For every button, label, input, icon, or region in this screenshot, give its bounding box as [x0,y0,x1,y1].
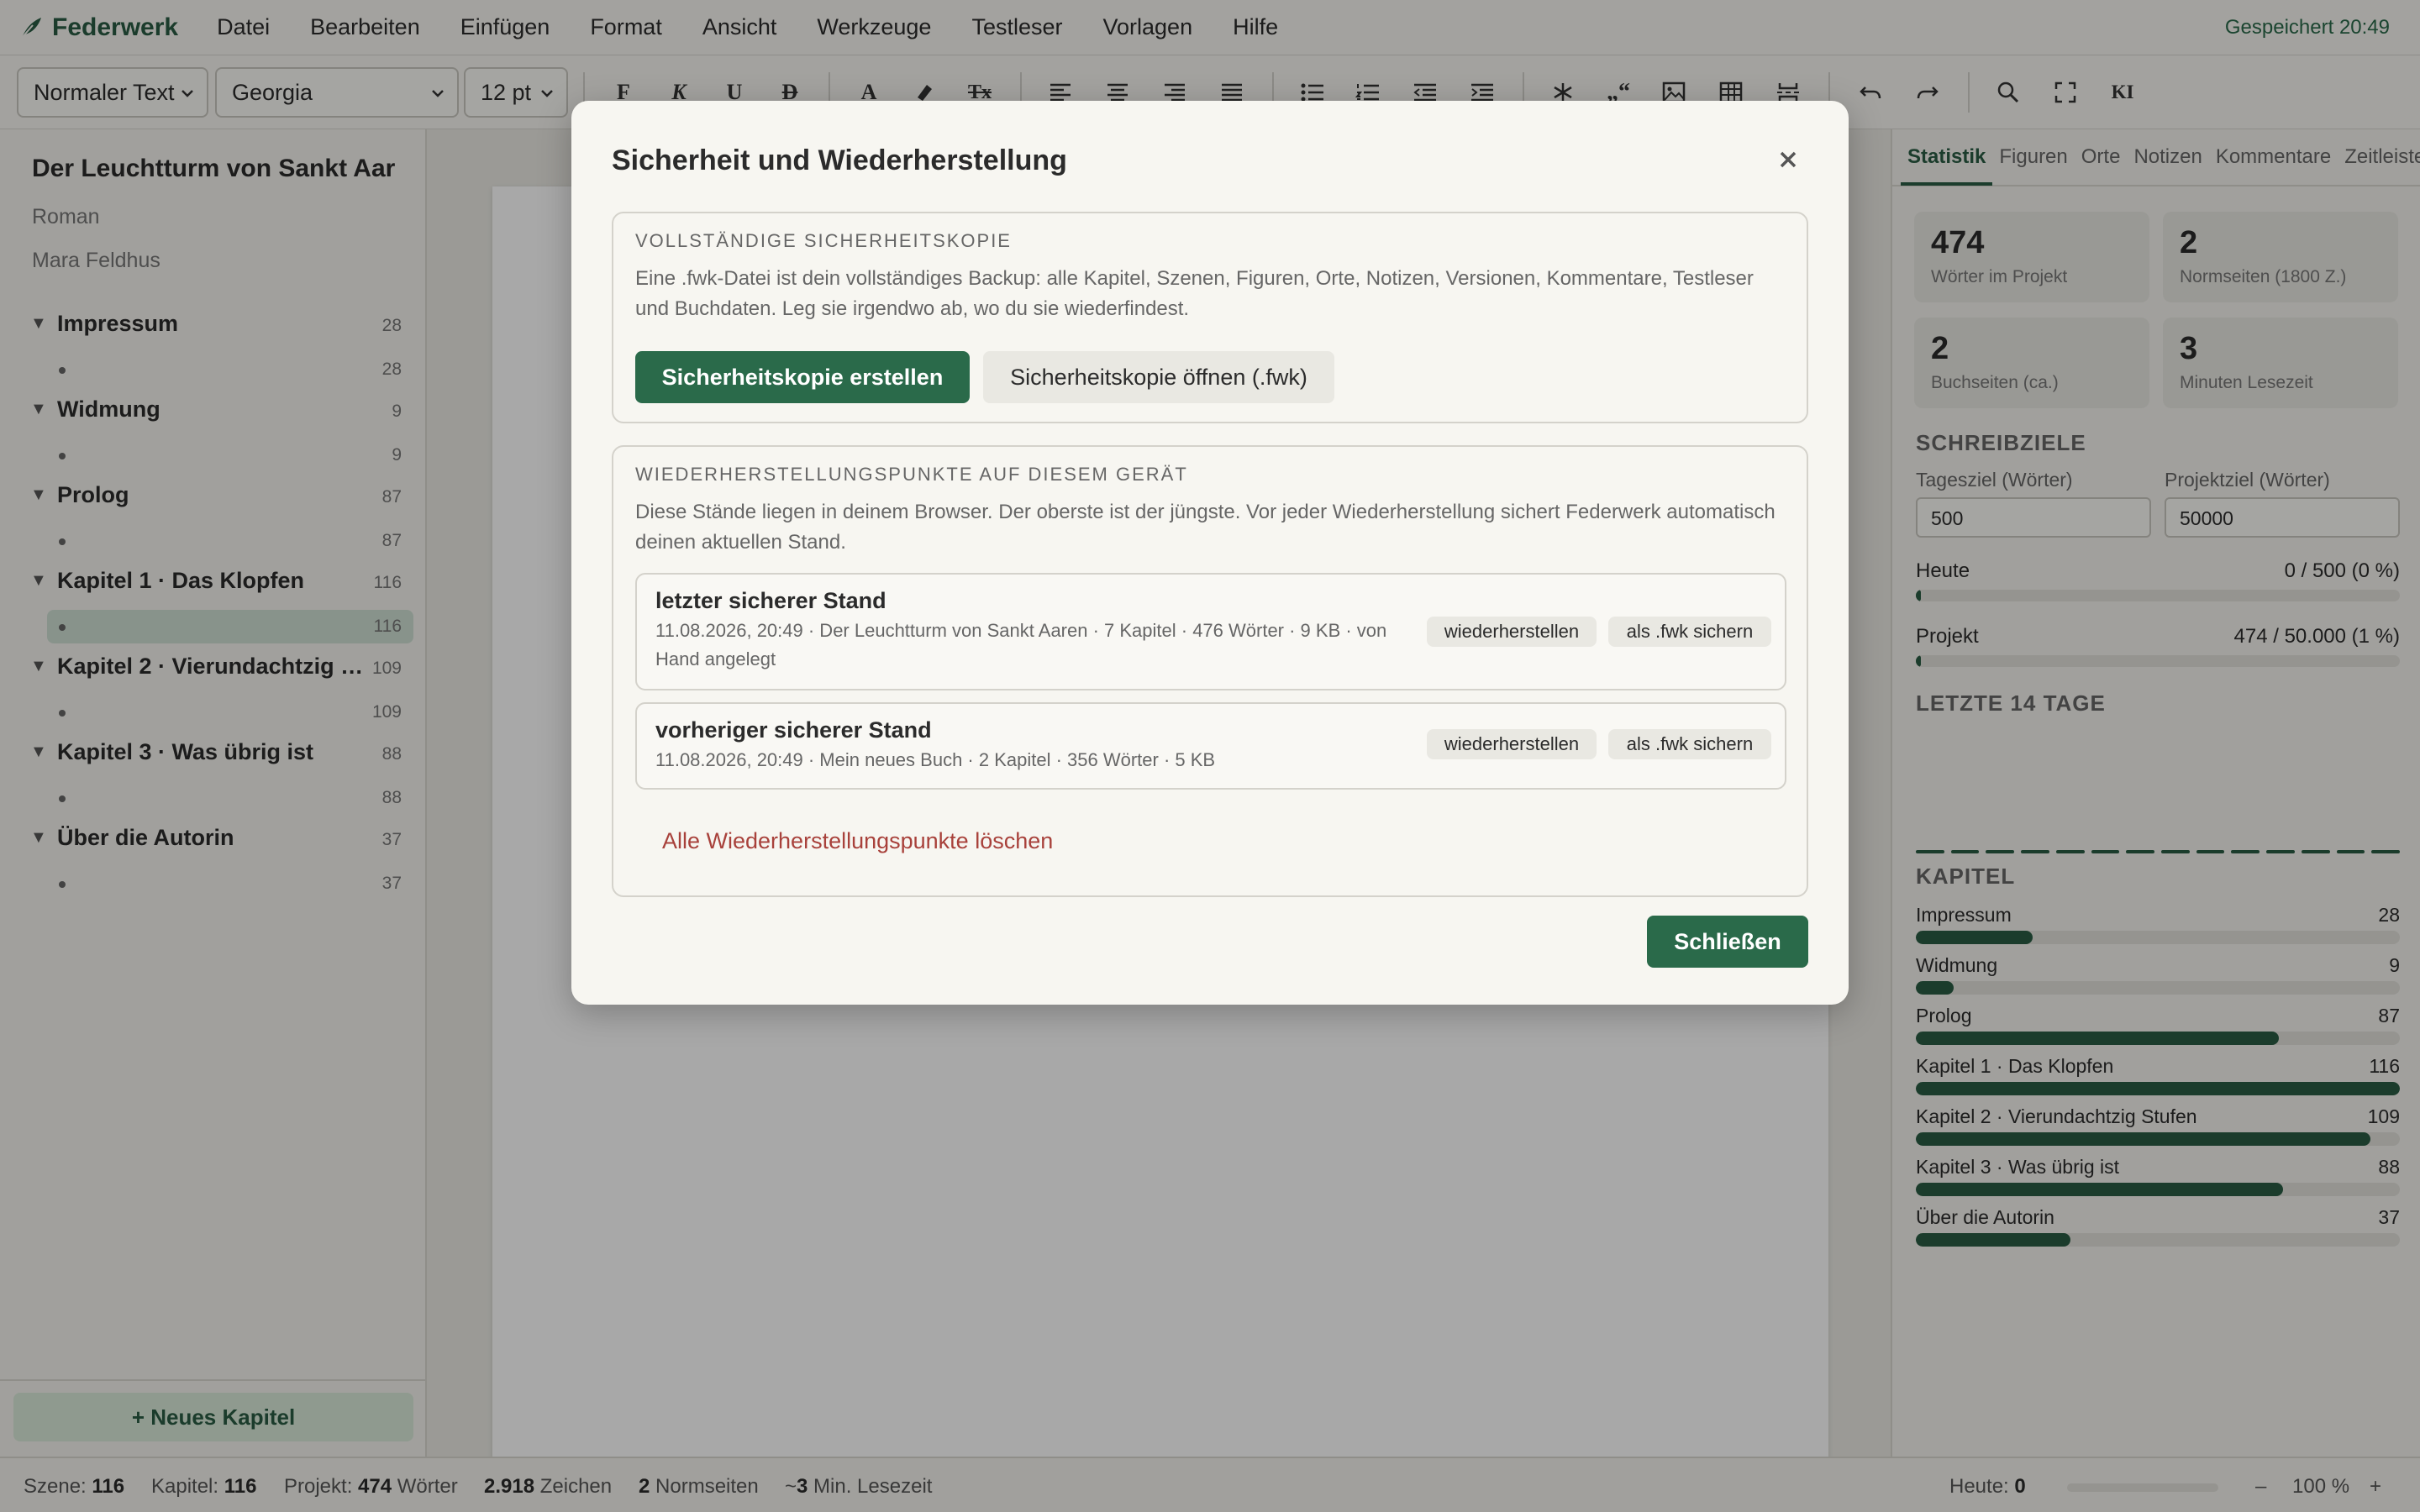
create-backup-button[interactable]: Sicherheitskopie erstellen [635,351,970,403]
full-backup-section: VOLLSTÄNDIGE SICHERHEITSKOPIE Eine .fwk-… [612,212,1808,423]
save-as-fwk-button[interactable]: als .fwk sichern [1608,729,1771,759]
restore-point-item: vorheriger sicherer Stand 11.08.2026, 20… [635,702,1786,790]
dialog-title: Sicherheit und Wiederherstellung [612,144,1067,176]
full-backup-description: Eine .fwk-Datei ist dein vollständiges B… [635,267,1754,320]
close-dialog-button[interactable]: Schließen [1647,916,1808,968]
restore-points-heading: WIEDERHERSTELLUNGSPUNKTE AUF DIESEM GERÄ… [635,464,1188,485]
full-backup-heading: VOLLSTÄNDIGE SICHERHEITSKOPIE [635,230,1012,251]
backup-restore-dialog: Sicherheit und Wiederherstellung VOLLSTÄ… [571,101,1849,1005]
restore-point-item: letzter sicherer Stand 11.08.2026, 20:49… [635,573,1786,690]
restore-points-section: WIEDERHERSTELLUNGSPUNKTE AUF DIESEM GERÄ… [612,445,1808,897]
close-icon[interactable] [1771,143,1805,176]
restore-button[interactable]: wiederherstellen [1427,617,1597,647]
restore-point-name: vorheriger sicherer Stand [655,717,932,743]
restore-button[interactable]: wiederherstellen [1427,729,1597,759]
save-as-fwk-button[interactable]: als .fwk sichern [1608,617,1771,647]
restore-point-name: letzter sicherer Stand [655,588,886,613]
restore-point-meta: 11.08.2026, 20:49 · Mein neues Buch · 2 … [655,749,1216,770]
restore-point-meta: 11.08.2026, 20:49 · Der Leuchtturm von S… [655,620,1387,669]
delete-all-restore-points-button[interactable]: Alle Wiederherstellungspunkte löschen [662,828,1053,854]
restore-points-description: Diese Stände liegen in deinem Browser. D… [635,501,1776,554]
open-backup-button[interactable]: Sicherheitskopie öffnen (.fwk) [983,351,1334,403]
